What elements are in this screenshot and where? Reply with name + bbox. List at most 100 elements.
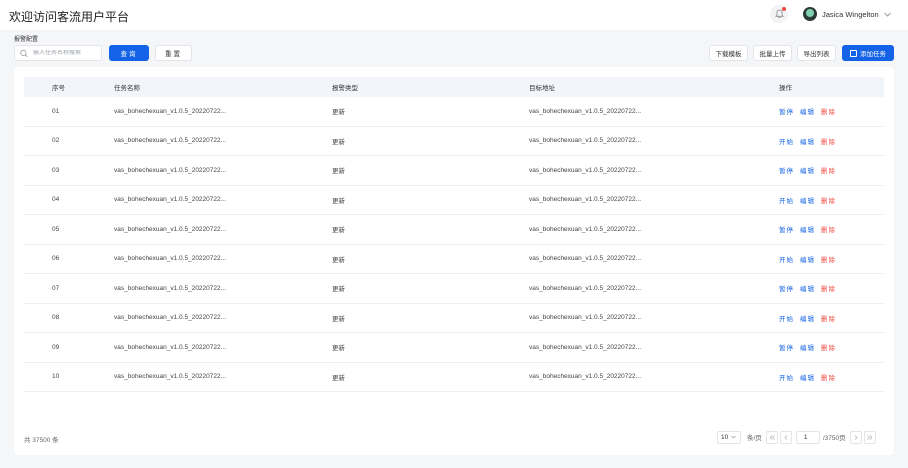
edit-button[interactable]: 编辑	[800, 139, 815, 146]
edit-button[interactable]: 编辑	[800, 345, 815, 352]
delete-button[interactable]: 删除	[821, 286, 836, 293]
top-bar: 欢迎访问客流用户平台 Jasica Wingelton	[0, 0, 908, 30]
notification-button[interactable]	[770, 5, 788, 23]
table-row: 10 vas_bohechexuan_v1.0.5_20220722... 更新 va…	[24, 363, 884, 392]
avatar	[803, 7, 817, 21]
alert-type: 更新	[332, 227, 345, 235]
row-actions: 暂停 编辑 删除	[779, 165, 842, 175]
row-index: 08	[52, 314, 60, 322]
edit-button[interactable]: 编辑	[800, 168, 815, 175]
section-label: 报警配置	[14, 37, 39, 43]
row-index: 02	[52, 137, 60, 145]
row-actions: 开始 编辑 删除	[779, 136, 842, 146]
add-task-button[interactable]: 添加任务	[842, 45, 894, 61]
target-address: vas_bohechexuan_v1.0.5_20220722...	[529, 255, 642, 263]
page-size-select[interactable]: 10	[717, 430, 741, 444]
row-actions: 开始 编辑 删除	[779, 254, 842, 264]
table-row: 07 vas_bohechexuan_v1.0.5_20220722... 更新 va…	[24, 274, 884, 304]
alert-type: 更新	[332, 256, 345, 264]
edit-button[interactable]: 编辑	[800, 227, 815, 234]
search-icon	[20, 49, 28, 57]
pause-button[interactable]: 暂停	[779, 345, 794, 352]
user-name: Jasica Wingelton	[822, 9, 879, 19]
task-table: 序号 任务名称 报警类型 目标地址 操作 01 vas_bohechexuan_v…	[24, 77, 884, 392]
target-address: vas_bohechexuan_v1.0.5_20220722...	[529, 343, 642, 351]
prev-page-button[interactable]	[779, 430, 792, 444]
alert-type: 更新	[332, 138, 345, 146]
target-address: vas_bohechexuan_v1.0.5_20220722...	[529, 166, 642, 174]
pause-button[interactable]: 暂停	[779, 227, 794, 234]
table-row: 08 vas_bohechexuan_v1.0.5_20220722... 更新 va…	[24, 304, 884, 333]
column-header-actions: 操作	[779, 85, 792, 92]
notification-dot	[782, 7, 786, 11]
task-name: vas_bohechexuan_v1.0.5_20220722...	[114, 314, 227, 322]
chevron-down-icon	[883, 12, 891, 17]
add-task-label: 添加任务	[860, 51, 886, 58]
search-input[interactable]	[33, 50, 101, 56]
double-chevron-right-icon	[866, 434, 873, 440]
query-button[interactable]: 查询	[109, 45, 149, 61]
row-actions: 暂停 编辑 删除	[779, 106, 842, 116]
task-name: vas_bohechexuan_v1.0.5_20220722...	[114, 284, 227, 292]
alert-type: 更新	[332, 168, 345, 176]
start-button[interactable]: 开始	[779, 375, 794, 382]
edit-button[interactable]: 编辑	[800, 109, 815, 116]
start-button[interactable]: 开始	[779, 257, 794, 264]
table-body: 01 vas_bohechexuan_v1.0.5_20220722... 更新 va…	[24, 97, 884, 392]
row-actions: 暂停 编辑 删除	[779, 342, 842, 352]
delete-button[interactable]: 删除	[821, 227, 836, 234]
user-menu[interactable]: Jasica Wingelton	[803, 6, 891, 22]
edit-button[interactable]: 编辑	[800, 198, 815, 205]
search-box[interactable]	[14, 45, 102, 61]
edit-button[interactable]: 编辑	[800, 286, 815, 293]
task-name: vas_bohechexuan_v1.0.5_20220722...	[114, 225, 227, 233]
table-row: 04 vas_bohechexuan_v1.0.5_20220722... 更新 va…	[24, 186, 884, 215]
target-address: vas_bohechexuan_v1.0.5_20220722...	[529, 284, 642, 292]
delete-button[interactable]: 删除	[821, 168, 836, 175]
delete-button[interactable]: 删除	[821, 198, 836, 205]
pagination: 10 条/页 1 /3750页	[717, 430, 878, 444]
total-count: 共 37500 条	[24, 437, 59, 444]
download-template-button[interactable]: 下载模板	[709, 45, 748, 61]
chevron-right-icon	[854, 434, 858, 440]
next-page-button[interactable]	[849, 430, 862, 444]
task-name: vas_bohechexuan_v1.0.5_20220722...	[114, 255, 227, 263]
pause-button[interactable]: 暂停	[779, 109, 794, 116]
edit-button[interactable]: 编辑	[800, 375, 815, 382]
alert-type: 更新	[332, 109, 345, 117]
delete-button[interactable]: 删除	[821, 375, 836, 382]
delete-button[interactable]: 删除	[821, 257, 836, 264]
table-row: 01 vas_bohechexuan_v1.0.5_20220722... 更新 va…	[24, 97, 884, 127]
batch-upload-button[interactable]: 批量上传	[753, 45, 792, 61]
start-button[interactable]: 开始	[779, 316, 794, 323]
total-pages: /3750页	[822, 435, 846, 442]
delete-button[interactable]: 删除	[821, 316, 836, 323]
export-list-button[interactable]: 导出列表	[797, 45, 836, 61]
delete-button[interactable]: 删除	[821, 109, 836, 116]
start-button[interactable]: 开始	[779, 198, 794, 205]
task-table-card: 序号 任务名称 报警类型 目标地址 操作 01 vas_bohechexuan_v…	[14, 67, 894, 455]
row-index: 04	[52, 196, 60, 204]
table-row: 06 vas_bohechexuan_v1.0.5_20220722... 更新 va…	[24, 245, 884, 274]
pause-button[interactable]: 暂停	[779, 168, 794, 175]
target-address: vas_bohechexuan_v1.0.5_20220722...	[529, 314, 642, 322]
row-actions: 开始 编辑 删除	[779, 313, 842, 323]
task-name: vas_bohechexuan_v1.0.5_20220722...	[114, 137, 227, 145]
delete-button[interactable]: 删除	[821, 139, 836, 146]
delete-button[interactable]: 删除	[821, 345, 836, 352]
column-header-name: 任务名称	[114, 85, 140, 92]
edit-button[interactable]: 编辑	[800, 257, 815, 264]
start-button[interactable]: 开始	[779, 139, 794, 146]
double-chevron-left-icon	[769, 434, 775, 440]
row-actions: 开始 编辑 删除	[779, 372, 842, 382]
target-address: vas_bohechexuan_v1.0.5_20220722...	[529, 225, 642, 233]
first-page-button[interactable]	[765, 430, 778, 444]
task-name: vas_bohechexuan_v1.0.5_20220722...	[114, 343, 227, 351]
edit-button[interactable]: 编辑	[800, 316, 815, 323]
reset-button[interactable]: 重置	[155, 45, 192, 61]
current-page-input[interactable]: 1	[795, 430, 820, 444]
page-size-value: 10	[721, 433, 729, 441]
pause-button[interactable]: 暂停	[779, 286, 794, 293]
row-index: 03	[52, 166, 60, 174]
last-page-button[interactable]	[863, 430, 876, 444]
